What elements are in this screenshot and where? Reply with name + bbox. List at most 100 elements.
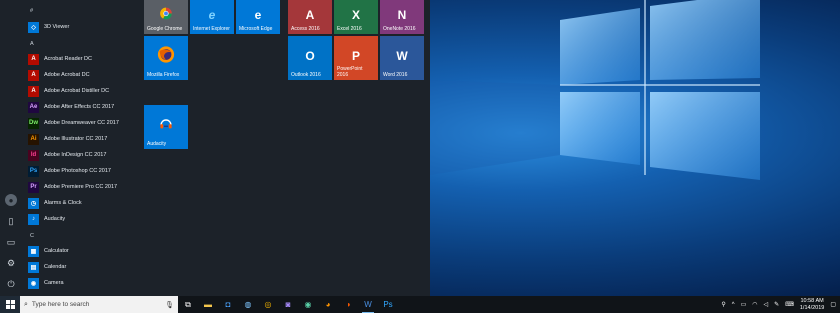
onenote-icon: N: [397, 8, 407, 23]
premiere-icon: Pr: [28, 181, 39, 193]
app-label: 3D Viewer: [44, 24, 70, 30]
app-item-adobe-acrobat[interactable]: A Adobe Acrobat DC: [28, 68, 136, 82]
app-item-calculator[interactable]: ▦ Calculator: [28, 244, 136, 258]
tile-label: Internet Explorer: [193, 26, 230, 32]
volume-icon[interactable]: ◁: [764, 301, 769, 308]
tile-label: Audacity: [147, 141, 167, 147]
firefox-taskbar-icon[interactable]: ◕: [318, 296, 338, 313]
taskbar-clock[interactable]: 10:58 AM 1/14/2019: [800, 298, 824, 312]
app-label: Alarms & Clock: [44, 200, 82, 206]
photoshop-taskbar-icon[interactable]: Ps: [378, 296, 398, 313]
pictures-icon[interactable]: ▭: [5, 236, 17, 248]
tile-onenote[interactable]: N OneNote 2016: [380, 0, 424, 34]
app-label: Adobe InDesign CC 2017: [44, 152, 107, 158]
teams-taskbar-icon[interactable]: ◙: [278, 296, 298, 313]
chrome-taskbar-icon[interactable]: ◎: [258, 296, 278, 313]
user-avatar-icon[interactable]: ●: [5, 194, 17, 206]
show-hidden-icons-chevron-icon[interactable]: ^: [732, 302, 735, 308]
app-item-acrobat-distiller[interactable]: A Adobe Acrobat Distiller DC: [28, 84, 136, 98]
outlook-icon: O: [305, 48, 315, 63]
app-label: Calendar: [44, 264, 67, 270]
app-item-audacity[interactable]: ♪ Audacity: [28, 212, 136, 226]
tile-access[interactable]: A Access 2016: [288, 0, 332, 34]
clock-date: 1/14/2019: [799, 304, 825, 311]
people-icon[interactable]: ⚲: [721, 301, 725, 308]
tile-label: Microsoft Edge: [239, 26, 273, 32]
section-header-hash[interactable]: #: [30, 8, 33, 14]
tile-internet-explorer[interactable]: e Internet Explorer: [190, 0, 234, 34]
app-label: Adobe Acrobat DC: [44, 72, 90, 78]
word-icon: W: [396, 48, 408, 63]
keyboard-icon[interactable]: ⌨: [785, 301, 794, 308]
outlook-taskbar-icon[interactable]: ◘: [218, 296, 238, 313]
tile-microsoft-edge[interactable]: e Microsoft Edge: [236, 0, 280, 34]
excel-icon: X: [351, 8, 361, 23]
microphone-icon[interactable]: 🎙: [165, 301, 174, 309]
app-item-premiere[interactable]: Pr Adobe Premiere Pro CC 2017: [28, 180, 136, 194]
tile-label: Access 2016: [291, 26, 320, 32]
app-taskbar-icon[interactable]: ◍: [238, 296, 258, 313]
windows-logo-wallpaper: [430, 0, 760, 180]
app-item-camera[interactable]: ◉ Camera: [28, 276, 136, 290]
tile-label: Google Chrome: [147, 26, 183, 32]
battery-icon[interactable]: ▭: [741, 301, 747, 308]
pen-icon[interactable]: ✎: [774, 301, 779, 308]
calendar-icon: ▤: [28, 261, 39, 273]
app-list: # ◇ 3D Viewer A A Acrobat Reader DC A Ad…: [26, 0, 138, 296]
tile-excel[interactable]: X Excel 2016: [334, 0, 378, 34]
taskbar-search-box[interactable]: ⌕ Type here to search 🎙: [20, 296, 178, 313]
acrobat-icon: A: [28, 53, 39, 65]
indesign-icon: Id: [28, 149, 39, 161]
app-label: Camera: [44, 280, 64, 286]
system-tray: ⚲ ^ ▭ ◠ ◁ ✎ ⌨ 10:58 AM 1/14/2019 ▢: [721, 296, 840, 313]
chrome-icon: [160, 7, 173, 23]
app-item-indesign[interactable]: Id Adobe InDesign CC 2017: [28, 148, 136, 162]
app-taskbar-icon[interactable]: ◉: [298, 296, 318, 313]
tile-outlook[interactable]: O Outlook 2016: [288, 36, 332, 80]
section-header-a[interactable]: A: [30, 41, 34, 47]
app-label: Adobe Premiere Pro CC 2017: [44, 184, 118, 190]
app-item-acrobat-reader[interactable]: A Acrobat Reader DC: [28, 52, 136, 66]
documents-icon[interactable]: ▯: [5, 215, 17, 227]
settings-gear-icon[interactable]: ⚙: [5, 257, 17, 269]
taskbar: ⌕ Type here to search 🎙 ⧉ ▬ ◘ ◍ ◎ ◙ ◉ ◕ …: [0, 296, 840, 313]
tile-label: OneNote 2016: [383, 26, 416, 32]
tile-google-chrome[interactable]: Google Chrome: [144, 0, 188, 34]
clock-time: 10:58 AM: [800, 297, 824, 304]
ie-icon: e: [208, 8, 216, 23]
task-view-icon[interactable]: ⧉: [178, 296, 198, 313]
windows-start-icon: [5, 300, 15, 309]
app-item-3d-viewer[interactable]: ◇ 3D Viewer: [28, 20, 136, 34]
start-menu: ● ▯ ▭ ⚙ ⏻ # ◇ 3D Viewer A A Acrobat Read…: [0, 0, 430, 296]
camera-icon: ◉: [28, 277, 39, 289]
tile-powerpoint[interactable]: P PowerPoint 2016: [334, 36, 378, 80]
network-icon[interactable]: ◠: [752, 301, 757, 308]
audacity-taskbar-icon[interactable]: ◑: [338, 296, 358, 313]
app-item-alarms-clock[interactable]: ◷ Alarms & Clock: [28, 196, 136, 210]
tile-word[interactable]: W Word 2016: [380, 36, 424, 80]
section-header-c[interactable]: C: [30, 233, 34, 239]
app-item-illustrator[interactable]: Ai Adobe Illustrator CC 2017: [28, 132, 136, 146]
app-label: Calculator: [44, 248, 69, 254]
app-label: Audacity: [44, 216, 66, 222]
audacity-icon: [159, 116, 173, 133]
tile-label: Mozilla Firefox: [147, 72, 180, 78]
start-button[interactable]: [0, 296, 20, 313]
app-item-after-effects[interactable]: Ae Adobe After Effects CC 2017: [28, 100, 136, 114]
file-explorer-icon[interactable]: ▬: [198, 296, 218, 313]
tile-mozilla-firefox[interactable]: Mozilla Firefox: [144, 36, 188, 80]
app-item-dreamweaver[interactable]: Dw Adobe Dreamweaver CC 2017: [28, 116, 136, 130]
tile-audacity[interactable]: Audacity: [144, 105, 188, 149]
notifications-icon[interactable]: ▢: [830, 301, 836, 308]
powerpoint-icon: P: [351, 48, 361, 63]
edge-icon: e: [254, 8, 262, 23]
word-taskbar-icon[interactable]: W: [358, 296, 378, 313]
after-effects-icon: Ae: [28, 101, 39, 113]
search-placeholder: Type here to search: [31, 301, 90, 308]
app-item-photoshop[interactable]: Ps Adobe Photoshop CC 2017: [28, 164, 136, 178]
cube-icon: ◇: [28, 21, 39, 33]
search-icon: ⌕: [24, 300, 28, 308]
app-item-calendar[interactable]: ▤ Calendar: [28, 260, 136, 274]
app-label: Adobe Dreamweaver CC 2017: [44, 120, 119, 126]
power-icon[interactable]: ⏻: [5, 278, 17, 290]
